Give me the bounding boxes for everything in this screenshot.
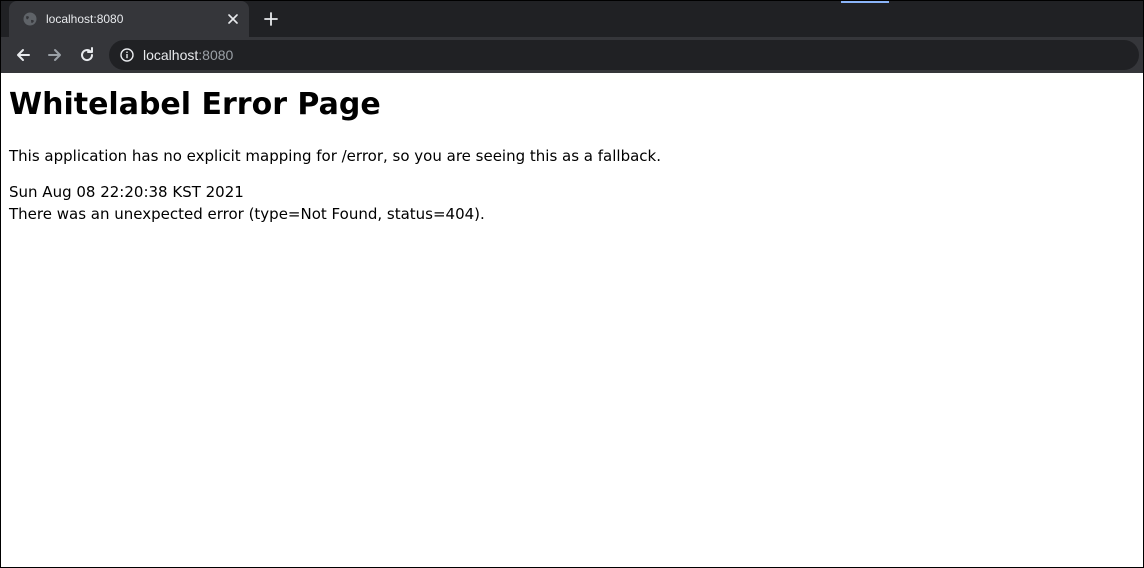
close-icon[interactable]: [223, 9, 243, 29]
plus-icon: [264, 12, 278, 26]
error-message: This application has no explicit mapping…: [9, 147, 661, 165]
reload-icon: [79, 47, 95, 63]
forward-button[interactable]: [41, 41, 69, 69]
address-bar[interactable]: localhost:8080: [109, 40, 1139, 70]
error-timestamp: Sun Aug 08 22:20:38 KST 2021: [9, 183, 244, 201]
tab-title: localhost:8080: [46, 12, 124, 26]
back-button[interactable]: [9, 41, 37, 69]
tabstrip-accent: [841, 1, 889, 3]
address-host: localhost: [143, 47, 199, 63]
browser-window: localhost:8080 localhost:8080 Whitelabel…: [0, 0, 1144, 568]
info-icon[interactable]: [119, 47, 135, 63]
globe-icon: [22, 11, 38, 27]
page-content: Whitelabel Error Page This application h…: [1, 73, 1143, 567]
reload-button[interactable]: [73, 41, 101, 69]
tab-active[interactable]: localhost:8080: [9, 1, 249, 37]
address-port: :8080: [198, 47, 234, 63]
address-text[interactable]: localhost:8080: [143, 47, 233, 63]
tab-strip: localhost:8080: [1, 1, 1143, 37]
new-tab-button[interactable]: [259, 8, 283, 30]
error-details: There was an unexpected error (type=Not …: [9, 205, 485, 223]
browser-toolbar: localhost:8080: [1, 37, 1143, 73]
arrow-right-icon: [47, 47, 63, 63]
page-title: Whitelabel Error Page: [9, 87, 381, 122]
arrow-left-icon: [15, 47, 31, 63]
